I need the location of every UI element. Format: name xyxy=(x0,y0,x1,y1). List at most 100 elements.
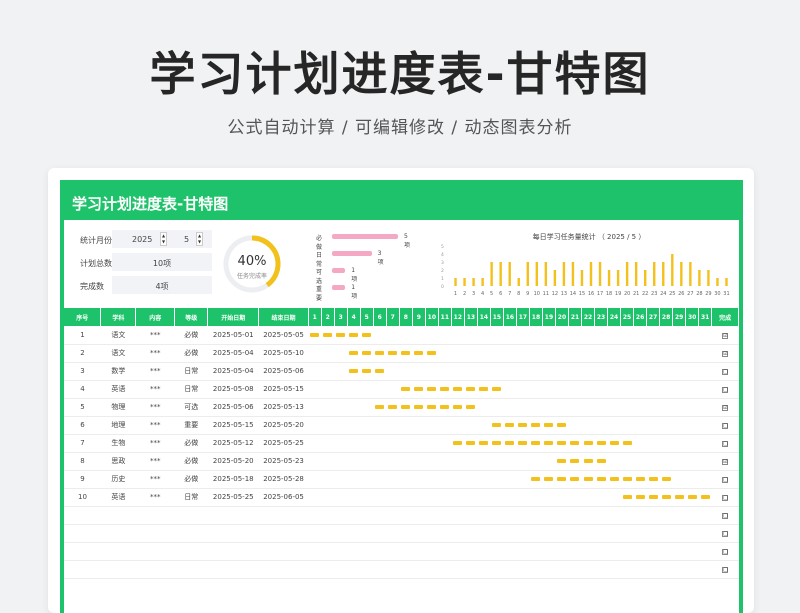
cell-end[interactable] xyxy=(258,560,309,579)
cell-content[interactable]: *** xyxy=(135,398,175,417)
done-cell[interactable]: □ xyxy=(711,470,739,489)
done-checkbox[interactable]: ☑ xyxy=(722,351,729,357)
cell-content[interactable] xyxy=(135,524,175,543)
cell-end[interactable]: 2025-05-05 xyxy=(258,326,309,345)
cell-end[interactable]: 2025-05-25 xyxy=(258,434,309,453)
cell-start[interactable]: 2025-05-08 xyxy=(207,380,259,399)
done-checkbox[interactable]: □ xyxy=(722,369,729,375)
done-checkbox[interactable]: □ xyxy=(722,477,729,483)
cell-no[interactable]: 7 xyxy=(64,434,101,453)
done-checkbox[interactable]: □ xyxy=(722,549,729,555)
cell-end[interactable]: 2025-05-20 xyxy=(258,416,309,435)
done-checkbox[interactable]: □ xyxy=(722,567,729,573)
cell-content[interactable]: *** xyxy=(135,452,175,471)
cell-start[interactable]: 2025-05-04 xyxy=(207,362,259,381)
cell-content[interactable]: *** xyxy=(135,488,175,507)
done-checkbox[interactable]: ☑ xyxy=(722,405,729,411)
cell-level[interactable]: 日常 xyxy=(174,380,208,399)
cell-no[interactable]: 8 xyxy=(64,452,101,471)
cell-subject[interactable]: 地理 xyxy=(100,416,136,435)
cell-start[interactable]: 2025-05-15 xyxy=(207,416,259,435)
cell-end[interactable]: 2025-05-10 xyxy=(258,344,309,363)
cell-subject[interactable]: 语文 xyxy=(100,326,136,345)
cell-no[interactable]: 9 xyxy=(64,470,101,489)
cell-level[interactable]: 必做 xyxy=(174,434,208,453)
done-cell[interactable]: □ xyxy=(711,506,739,525)
done-checkbox[interactable]: □ xyxy=(722,441,729,447)
done-cell[interactable]: ☑ xyxy=(711,398,739,417)
cell-level[interactable]: 日常 xyxy=(174,362,208,381)
cell-start[interactable] xyxy=(207,524,259,543)
cell-start[interactable]: 2025-05-20 xyxy=(207,452,259,471)
cell-start[interactable] xyxy=(207,542,259,561)
cell-start[interactable] xyxy=(207,560,259,579)
cell-subject[interactable]: 历史 xyxy=(100,470,136,489)
done-cell[interactable]: □ xyxy=(711,380,739,399)
done-cell[interactable]: □ xyxy=(711,488,739,507)
done-cell[interactable]: □ xyxy=(711,542,739,561)
done-checkbox[interactable]: ☑ xyxy=(722,332,729,339)
cell-content[interactable]: *** xyxy=(135,344,175,363)
cell-content[interactable]: *** xyxy=(135,434,175,453)
cell-content[interactable]: *** xyxy=(135,362,175,381)
cell-subject[interactable]: 语文 xyxy=(100,344,136,363)
done-checkbox[interactable]: ☑ xyxy=(722,459,729,465)
cell-no[interactable]: 3 xyxy=(64,362,101,381)
cell-subject[interactable]: 思政 xyxy=(100,452,136,471)
cell-level[interactable]: 必做 xyxy=(174,326,208,345)
cell-content[interactable] xyxy=(135,542,175,561)
year-stepper[interactable]: ▲ ▼ xyxy=(160,232,167,246)
cell-subject[interactable]: 英语 xyxy=(100,380,136,399)
cell-subject[interactable]: 生物 xyxy=(100,434,136,453)
cell-level[interactable] xyxy=(174,542,208,561)
cell-level[interactable] xyxy=(174,560,208,579)
cell-level[interactable]: 必做 xyxy=(174,470,208,489)
cell-end[interactable]: 2025-05-06 xyxy=(258,362,309,381)
cell-no[interactable]: 1 xyxy=(64,326,101,345)
cell-level[interactable]: 可选 xyxy=(174,398,208,417)
cell-level[interactable]: 必做 xyxy=(174,452,208,471)
cell-end[interactable] xyxy=(258,506,309,525)
cell-start[interactable]: 2025-05-18 xyxy=(207,470,259,489)
cell-end[interactable] xyxy=(258,524,309,543)
cell-start[interactable] xyxy=(207,506,259,525)
cell-subject[interactable]: 英语 xyxy=(100,488,136,507)
done-checkbox[interactable]: □ xyxy=(722,531,729,537)
cell-no[interactable]: 5 xyxy=(64,398,101,417)
cell-subject[interactable] xyxy=(100,506,136,525)
cell-end[interactable]: 2025-05-23 xyxy=(258,452,309,471)
done-cell[interactable]: □ xyxy=(711,434,739,453)
done-cell[interactable]: □ xyxy=(711,416,739,435)
cell-subject[interactable] xyxy=(100,560,136,579)
cell-no[interactable] xyxy=(64,524,101,543)
done-cell[interactable]: ☑ xyxy=(711,452,739,471)
cell-subject[interactable] xyxy=(100,542,136,561)
cell-start[interactable]: 2025-05-12 xyxy=(207,434,259,453)
cell-level[interactable]: 重要 xyxy=(174,416,208,435)
cell-content[interactable]: *** xyxy=(135,470,175,489)
done-checkbox[interactable]: □ xyxy=(722,387,729,393)
cell-no[interactable] xyxy=(64,506,101,525)
cell-level[interactable] xyxy=(174,506,208,525)
cell-level[interactable]: 日常 xyxy=(174,488,208,507)
done-checkbox[interactable]: □ xyxy=(722,513,729,519)
cell-content[interactable]: *** xyxy=(135,326,175,345)
cell-no[interactable] xyxy=(64,542,101,561)
cell-level[interactable]: 必做 xyxy=(174,344,208,363)
cell-no[interactable]: 10 xyxy=(64,488,101,507)
cell-start[interactable]: 2025-05-25 xyxy=(207,488,259,507)
cell-content[interactable] xyxy=(135,506,175,525)
cell-content[interactable]: *** xyxy=(135,380,175,399)
done-cell[interactable]: □ xyxy=(711,560,739,579)
cell-end[interactable] xyxy=(258,542,309,561)
cell-start[interactable]: 2025-05-06 xyxy=(207,398,259,417)
cell-subject[interactable]: 数学 xyxy=(100,362,136,381)
done-cell[interactable]: ☑ xyxy=(711,326,739,345)
done-checkbox[interactable]: □ xyxy=(722,423,729,429)
cell-subject[interactable]: 物理 xyxy=(100,398,136,417)
done-cell[interactable]: □ xyxy=(711,524,739,543)
cell-no[interactable]: 6 xyxy=(64,416,101,435)
done-cell[interactable]: □ xyxy=(711,362,739,381)
cell-content[interactable]: *** xyxy=(135,416,175,435)
month-stepper[interactable]: ▲ ▼ xyxy=(196,232,203,246)
